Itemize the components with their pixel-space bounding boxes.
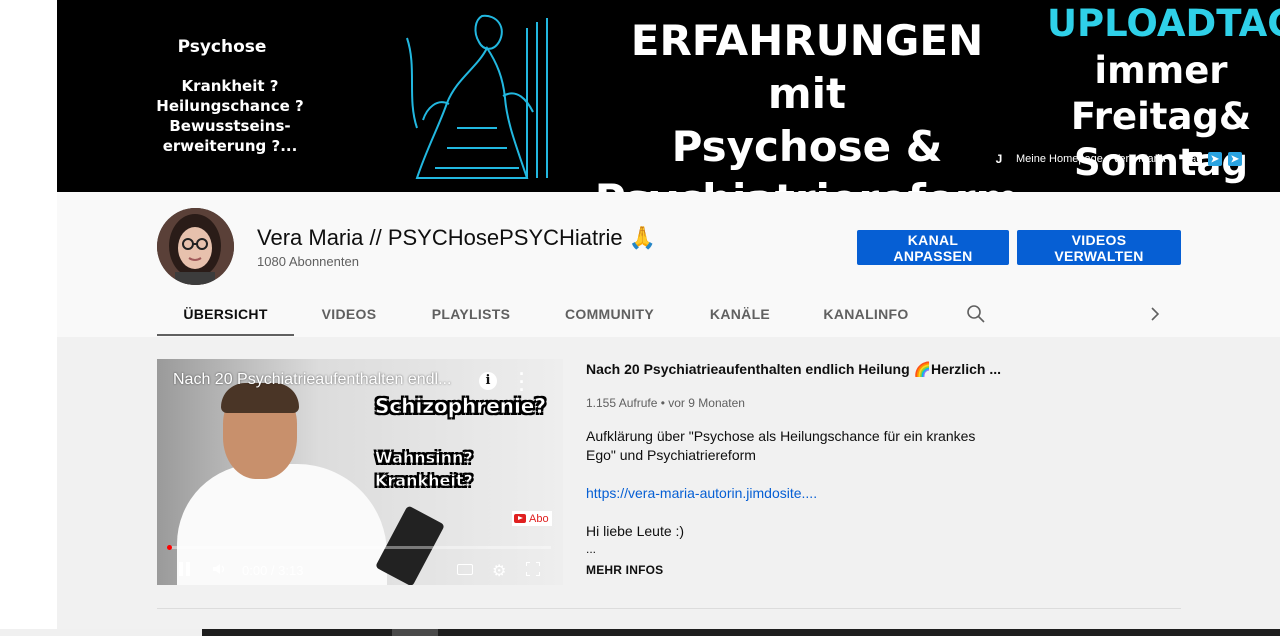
- player-video-title[interactable]: Nach 20 Psychiatrieaufenthalten endl...: [173, 371, 473, 389]
- fullscreen-icon[interactable]: [526, 562, 540, 576]
- description-link[interactable]: https://vera-maria-autorin.jimdosite....: [586, 485, 817, 501]
- banner-question-line: Krankheit ?: [181, 77, 279, 95]
- video-player[interactable]: Nach 20 Psychiatrieaufenthalten endl... …: [157, 359, 563, 585]
- banner-question-line: erweiterung ?...: [162, 137, 298, 155]
- avatar-image: [157, 208, 234, 285]
- banner-left-questions: Krankheit ? Heilungschance ? Bewusstsein…: [145, 76, 315, 156]
- tab-about[interactable]: KANALINFO: [814, 294, 918, 334]
- channel-banner: Psychose Krankheit ? Heilungschance ? Be…: [57, 0, 1280, 192]
- telegram-icon[interactable]: ➤: [1207, 152, 1222, 166]
- banner-question-line: Heilungschance ?: [156, 97, 304, 115]
- channel-name: Vera Maria // PSYCHosePSYCHiatrie 🙏: [257, 225, 657, 250]
- overlay-text: Krankheit?: [375, 471, 473, 491]
- taskbar: [0, 629, 1280, 636]
- volume-icon[interactable]: [213, 563, 227, 575]
- banner-upload-line: Freitag&: [1070, 95, 1252, 138]
- channel-tabs: ÜBERSICHT VIDEOS PLAYLISTS COMMUNITY KAN…: [157, 294, 1187, 336]
- banner-links: J Meine Homepage - Vera Maria a ➤ ➤: [992, 150, 1242, 168]
- amazon-icon[interactable]: a: [1187, 152, 1202, 166]
- description-greeting: Hi liebe Leute :): [586, 523, 685, 539]
- banner-upload-heading: UPLOADTAG: [1047, 2, 1280, 45]
- banner-title: ERFAHRUNGEN mit Psychose & Psychiatriere…: [587, 14, 1027, 192]
- banner-title-line: Psychiatriereform: [587, 173, 1027, 192]
- more-vert-icon[interactable]: · · ·: [519, 365, 525, 399]
- tab-channels[interactable]: KANÄLE: [694, 294, 786, 334]
- gear-icon[interactable]: ⚙: [492, 561, 506, 581]
- overlay-text: Wahnsinn?: [375, 448, 473, 468]
- channel-header: Vera Maria // PSYCHosePSYCHiatrie 🙏 1080…: [57, 192, 1280, 337]
- homepage-link[interactable]: Meine Homepage - Vera Maria: [1016, 153, 1166, 165]
- featured-video-title[interactable]: Nach 20 Psychiatrieaufenthalten endlich …: [586, 361, 1001, 378]
- customize-channel-button[interactable]: KANAL ANPASSEN: [857, 230, 1009, 265]
- banner-upload-line: immer: [1094, 49, 1228, 92]
- featured-video-description: Aufklärung über "Psychose als Heilungsch…: [586, 428, 976, 463]
- time-display: 0:00 / 3:13: [242, 563, 304, 578]
- subscribe-label: Abo: [529, 512, 549, 525]
- active-tab-indicator: [157, 334, 294, 336]
- pause-button[interactable]: [179, 562, 191, 576]
- telegram-icon[interactable]: ➤: [1227, 152, 1242, 166]
- progress-bar[interactable]: [167, 545, 551, 550]
- description-ellipsis: ...: [586, 542, 597, 556]
- tab-playlists[interactable]: PLAYLISTS: [419, 294, 523, 334]
- section-divider: [157, 608, 1181, 609]
- youtube-logo-icon: [514, 514, 526, 523]
- banner-left-heading: Psychose: [177, 37, 267, 57]
- featured-video-meta: 1.155 Aufrufe • vor 9 Monaten: [586, 396, 745, 410]
- more-info-button[interactable]: MEHR INFOS: [586, 563, 663, 577]
- banner-title-line: Psychose &: [671, 122, 943, 171]
- subtitles-icon[interactable]: [457, 564, 473, 575]
- jimdo-icon[interactable]: J: [992, 152, 1006, 166]
- taskbar-strip: [202, 629, 1280, 636]
- search-icon[interactable]: [966, 304, 986, 324]
- channel-page: Psychose Krankheit ? Heilungschance ? Be…: [57, 0, 1280, 636]
- featured-section: Nach 20 Psychiatrieaufenthalten endl... …: [57, 337, 1280, 636]
- overlay-text: Schizophrenie?: [375, 394, 546, 419]
- subscribe-watermark[interactable]: Abo: [512, 511, 552, 526]
- banner-question-line: Bewusstseins-: [169, 117, 291, 135]
- avatar[interactable]: [157, 208, 234, 285]
- tab-overview[interactable]: ÜBERSICHT: [157, 294, 294, 334]
- left-margin: [0, 0, 57, 636]
- subscriber-count: 1080 Abonnenten: [257, 254, 359, 269]
- banner-illustration: [406, 14, 548, 179]
- tab-videos[interactable]: VIDEOS: [303, 294, 395, 334]
- manage-videos-button[interactable]: VIDEOS VERWALTEN: [1017, 230, 1181, 265]
- progress-scrubber[interactable]: [167, 545, 172, 550]
- player-controls: 0:00 / 3:13 ⚙: [157, 555, 563, 585]
- taskbar-item[interactable]: [392, 629, 438, 636]
- banner-title-line: ERFAHRUNGEN mit: [630, 16, 984, 118]
- tab-community[interactable]: COMMUNITY: [552, 294, 667, 334]
- overlay-text-group: Wahnsinn? Krankheit?: [375, 446, 473, 492]
- chevron-right-icon[interactable]: [1145, 304, 1165, 324]
- info-icon[interactable]: i: [479, 372, 497, 390]
